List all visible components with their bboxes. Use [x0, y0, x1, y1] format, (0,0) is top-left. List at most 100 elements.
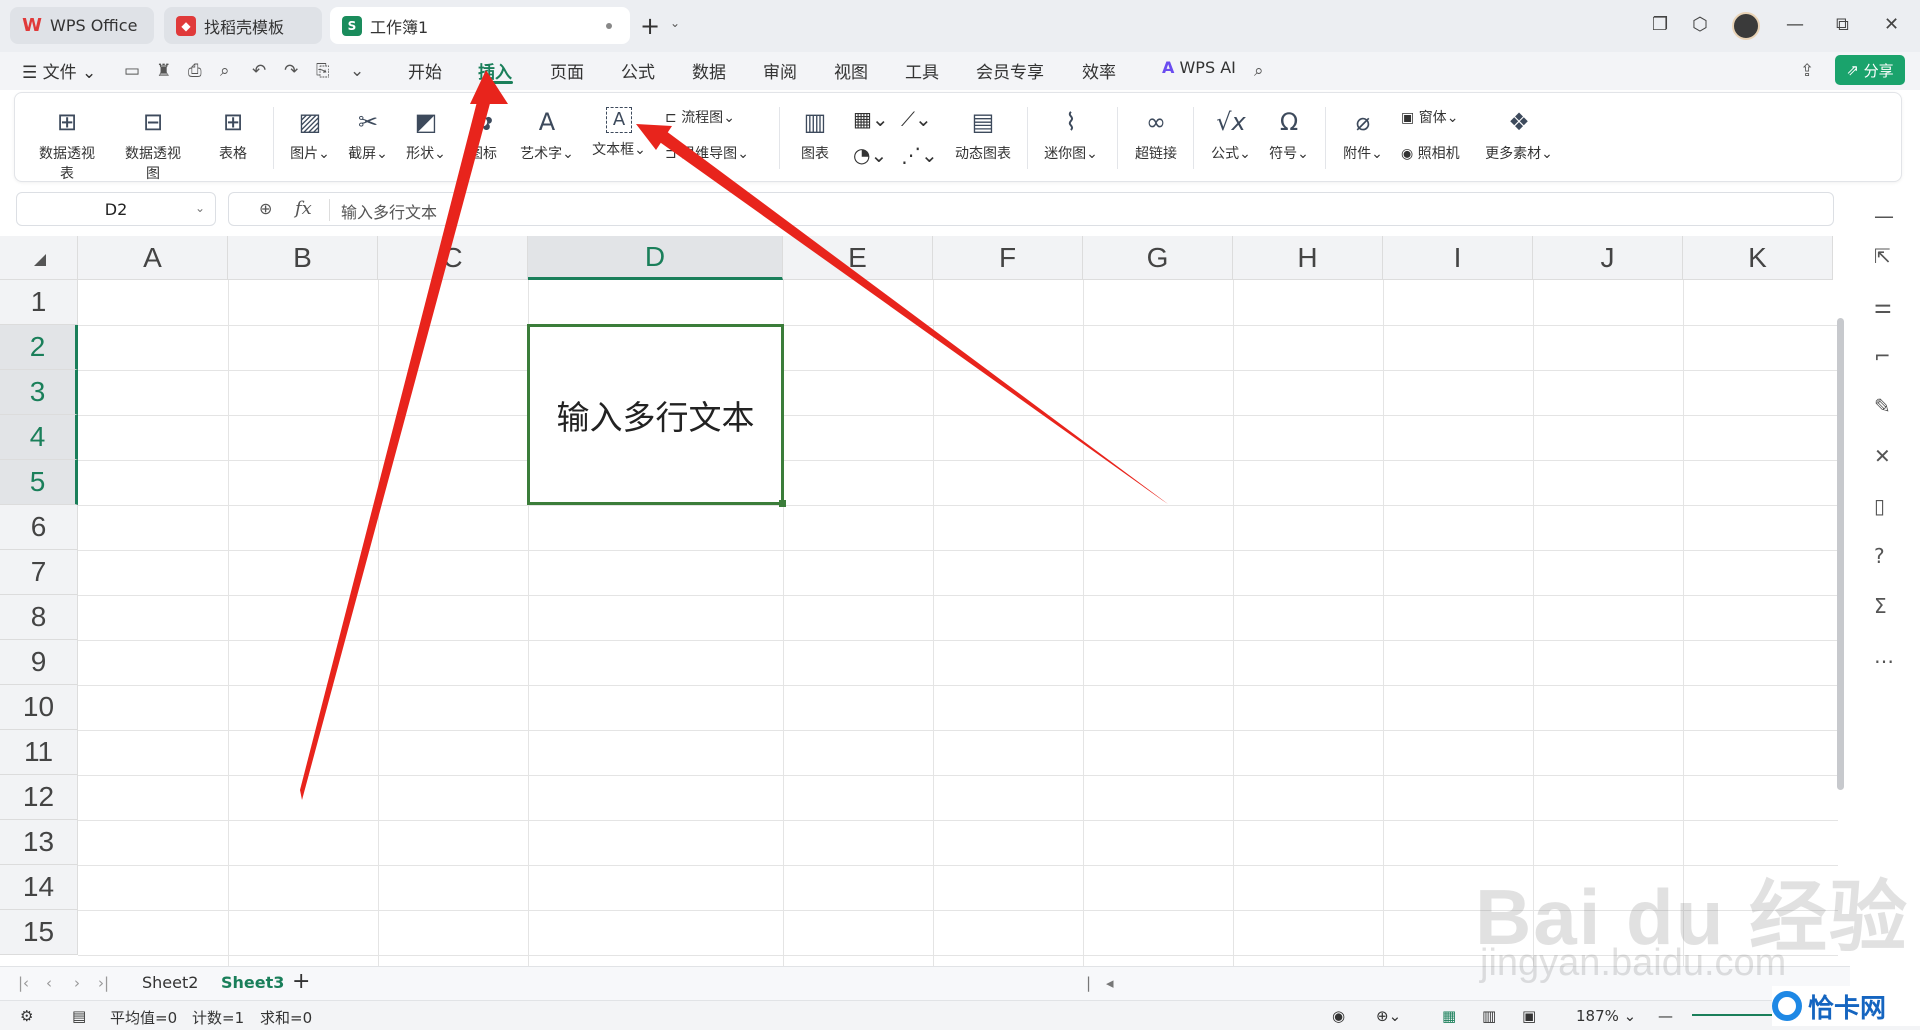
scatter-chart-dropdown[interactable]: ⋰⌄	[901, 143, 938, 167]
sparkline-button[interactable]: ⌇ 迷你图⌄	[1041, 107, 1101, 163]
zoom-formula-icon[interactable]: ⊕	[259, 199, 272, 218]
new-tab-icon[interactable]: +	[640, 12, 660, 40]
line-chart-dropdown[interactable]: ⟋⌄	[901, 107, 932, 131]
wps-ai-button[interactable]: A WPS AI	[1162, 58, 1236, 77]
dynamic-chart-button[interactable]: ▤ 动态图表	[951, 107, 1015, 163]
picture-button[interactable]: ▨ 图片⌄	[285, 107, 335, 163]
select-pointer-icon[interactable]: ⇱	[1874, 244, 1891, 268]
pie-chart-dropdown[interactable]: ◔⌄	[853, 143, 887, 167]
row-header-1[interactable]: 1	[0, 280, 78, 325]
column-header-b[interactable]: B	[228, 236, 378, 280]
table-button[interactable]: ⊞ 表格	[215, 107, 251, 163]
column-header-a[interactable]: A	[78, 236, 228, 280]
column-header-c[interactable]: C	[378, 236, 528, 280]
row-header-9[interactable]: 9	[0, 640, 78, 685]
column-header-e[interactable]: E	[783, 236, 933, 280]
prev-sheet-icon[interactable]: ‹	[46, 974, 52, 992]
minimize-icon[interactable]: —	[1786, 14, 1804, 35]
zoom-slider[interactable]	[1692, 1014, 1772, 1016]
window-layout-icon[interactable]: ❐	[1652, 14, 1668, 35]
row-header-5[interactable]: 5	[0, 460, 78, 505]
redo-icon[interactable]: ↷	[284, 61, 298, 81]
textbox-button[interactable]: A 文本框⌄	[589, 107, 649, 159]
row-header-6[interactable]: 6	[0, 505, 78, 550]
column-header-d[interactable]: D	[528, 236, 783, 280]
row-header-4[interactable]: 4	[0, 415, 78, 460]
sheet-tab-sheet3[interactable]: Sheet3	[221, 973, 284, 992]
icons-button[interactable]: ✿ 图标	[463, 107, 503, 163]
sheet-view-icon[interactable]: ▤	[72, 1007, 86, 1025]
formula-bar[interactable]: ⊕ fx 输入多行文本	[228, 192, 1834, 226]
row-header-3[interactable]: 3	[0, 370, 78, 415]
chevron-down-icon[interactable]: ⌄	[350, 61, 364, 81]
cloud-upload-icon[interactable]: ⇪	[1800, 61, 1814, 81]
pivot-chart-button[interactable]: ⊟ 数据透视图	[121, 107, 185, 183]
layout-settings-icon[interactable]: ⊕⌄	[1376, 1007, 1401, 1025]
eye-protection-icon[interactable]: ◉	[1332, 1007, 1345, 1025]
wordart-button[interactable]: A 艺术字⌄	[517, 107, 577, 163]
first-sheet-icon[interactable]: |‹	[18, 974, 29, 992]
print-preview-icon[interactable]: ⌕	[220, 61, 230, 81]
crop-icon[interactable]: ⌐	[1874, 344, 1891, 368]
shapes-button[interactable]: ◩ 形状⌄	[401, 107, 451, 163]
tab-wps-office[interactable]: W WPS Office	[10, 7, 154, 44]
menu-data[interactable]: 数据	[692, 58, 726, 83]
tab-docer-templates[interactable]: ◆ 找稻壳模板	[164, 7, 322, 44]
formula-button[interactable]: √x 公式⌄	[1207, 107, 1255, 163]
menu-member[interactable]: 会员专享	[976, 58, 1044, 83]
chart-button[interactable]: ▥ 图表	[795, 107, 835, 163]
share-button[interactable]: ⇗ 分享	[1835, 55, 1905, 85]
zoom-out-icon[interactable]: —	[1658, 1007, 1673, 1025]
format-painter-icon[interactable]: ♜	[156, 61, 171, 81]
select-all-corner[interactable]	[0, 236, 78, 280]
camera-button[interactable]: ◉ 照相机	[1401, 143, 1460, 163]
file-menu[interactable]: ☰ 文件 ⌄	[22, 58, 96, 83]
normal-view-icon[interactable]: ▦	[1442, 1007, 1456, 1025]
row-header-12[interactable]: 12	[0, 775, 78, 820]
formula-input[interactable]: 输入多行文本	[341, 199, 437, 223]
export-icon[interactable]: ⎘	[316, 61, 330, 81]
row-header-11[interactable]: 11	[0, 730, 78, 775]
vertical-scroll-thumb[interactable]	[1837, 318, 1844, 790]
box-icon[interactable]: ⬡	[1692, 14, 1708, 35]
row-header-2[interactable]: 2	[0, 325, 78, 370]
row-header-10[interactable]: 10	[0, 685, 78, 730]
search-icon[interactable]: ⌕	[1254, 61, 1264, 81]
row-header-13[interactable]: 13	[0, 820, 78, 865]
more-materials-button[interactable]: ❖ 更多素材⌄	[1483, 107, 1555, 163]
screenshot-button[interactable]: ✂ 截屏⌄	[343, 107, 393, 163]
avatar[interactable]	[1732, 12, 1760, 40]
next-sheet-icon[interactable]: ›	[74, 974, 80, 992]
scroll-left-icon[interactable]: ◂	[1106, 974, 1114, 992]
save-icon[interactable]: ▭	[124, 61, 140, 81]
column-header-g[interactable]: G	[1083, 236, 1233, 280]
merged-cell-d2-d5[interactable]: 输入多行文本	[527, 324, 786, 507]
fx-icon[interactable]: fx	[295, 198, 312, 219]
print-icon[interactable]: ⎙	[188, 61, 202, 81]
mindmap-button[interactable]: ⊐ 思维导图⌄	[665, 143, 749, 163]
hyperlink-button[interactable]: ∞ 超链接	[1131, 107, 1181, 163]
row-header-7[interactable]: 7	[0, 550, 78, 595]
zoom-level[interactable]: 187% ⌄	[1576, 1007, 1636, 1025]
name-box[interactable]: D2 ⌄	[16, 192, 216, 226]
page-layout-view-icon[interactable]: ▣	[1522, 1007, 1536, 1025]
close-icon[interactable]: ✕	[1884, 14, 1899, 35]
chevron-down-icon[interactable]: ⌄	[195, 201, 205, 215]
undo-icon[interactable]: ↶	[252, 61, 266, 81]
macro-icon[interactable]: ⚙	[20, 1007, 33, 1025]
column-header-k[interactable]: K	[1683, 236, 1833, 280]
book-icon[interactable]: ▯	[1874, 494, 1885, 518]
form-button[interactable]: ▣ 窗体⌄	[1401, 107, 1458, 127]
menu-page[interactable]: 页面	[550, 58, 584, 83]
page-break-view-icon[interactable]: ▥	[1482, 1007, 1496, 1025]
column-header-i[interactable]: I	[1383, 236, 1533, 280]
row-header-14[interactable]: 14	[0, 865, 78, 910]
column-header-j[interactable]: J	[1533, 236, 1683, 280]
help-icon[interactable]: ?	[1874, 544, 1885, 568]
column-header-h[interactable]: H	[1233, 236, 1383, 280]
menu-insert[interactable]: 插入	[478, 58, 512, 83]
pivot-table-button[interactable]: ⊞ 数据透视表	[35, 107, 99, 183]
add-sheet-button[interactable]: +	[292, 969, 310, 994]
column-header-f[interactable]: F	[933, 236, 1083, 280]
last-sheet-icon[interactable]: ›|	[98, 974, 109, 992]
